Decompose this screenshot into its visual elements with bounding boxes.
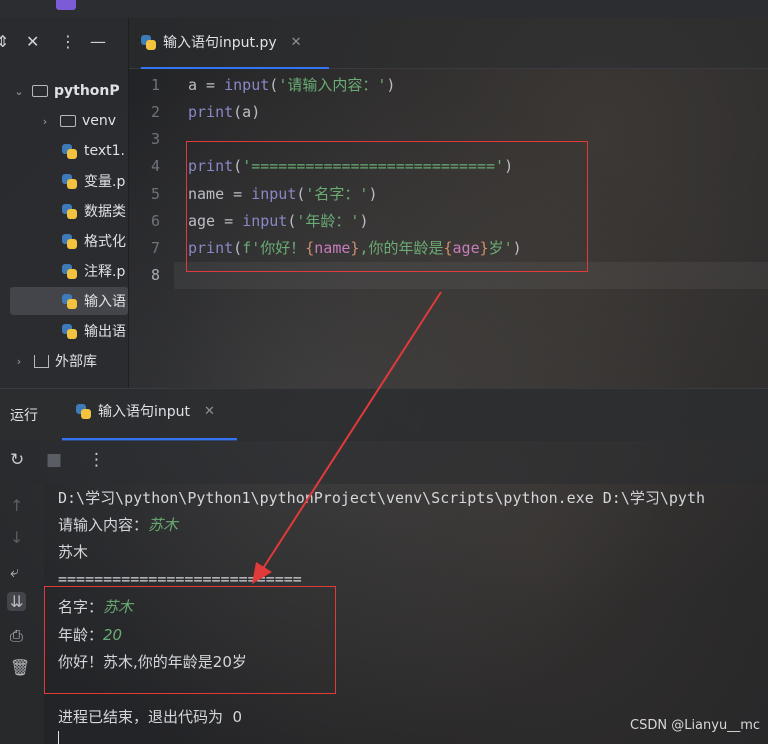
annotation-arrow xyxy=(252,291,442,584)
watermark: CSDN @Lianyu__mc xyxy=(630,718,760,733)
